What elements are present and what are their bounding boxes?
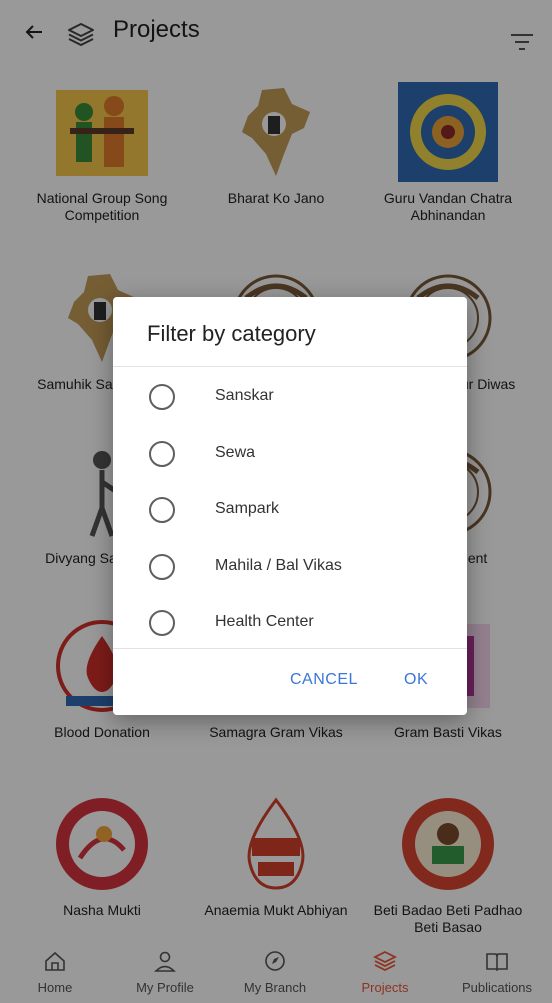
radio-button[interactable]: [149, 553, 175, 580]
category-option[interactable]: Mahila / Bal Vikas: [113, 539, 467, 595]
dialog-divider-top: [113, 366, 467, 367]
filter-dialog: Filter by category Sanskar Sewa Sampark Mah…: [113, 297, 467, 715]
category-option-label: Sampark: [215, 500, 280, 517]
category-option-label: Sewa: [215, 443, 256, 461]
app-screen: Projects National Group Song Competition…: [0, 0, 552, 1003]
dialog-divider-bottom: [113, 648, 467, 649]
radio-button[interactable]: [149, 497, 175, 523]
category-option[interactable]: Sanskar: [113, 369, 467, 425]
category-option-label: Health Center: [215, 613, 314, 630]
category-option[interactable]: Health Center: [113, 595, 467, 651]
ok-button[interactable]: OK: [404, 671, 428, 689]
category-option[interactable]: Sampark: [113, 482, 467, 538]
category-option-label: Sanskar: [215, 387, 274, 404]
radio-button[interactable]: [149, 440, 175, 467]
category-option-label: Mahila / Bal Vikas: [215, 556, 342, 574]
radio-button[interactable]: [149, 610, 175, 636]
radio-button[interactable]: [149, 384, 175, 410]
category-option[interactable]: Sewa: [113, 426, 467, 482]
dialog-title: Filter by category: [147, 321, 316, 346]
cancel-button[interactable]: CANCEL: [290, 671, 358, 689]
